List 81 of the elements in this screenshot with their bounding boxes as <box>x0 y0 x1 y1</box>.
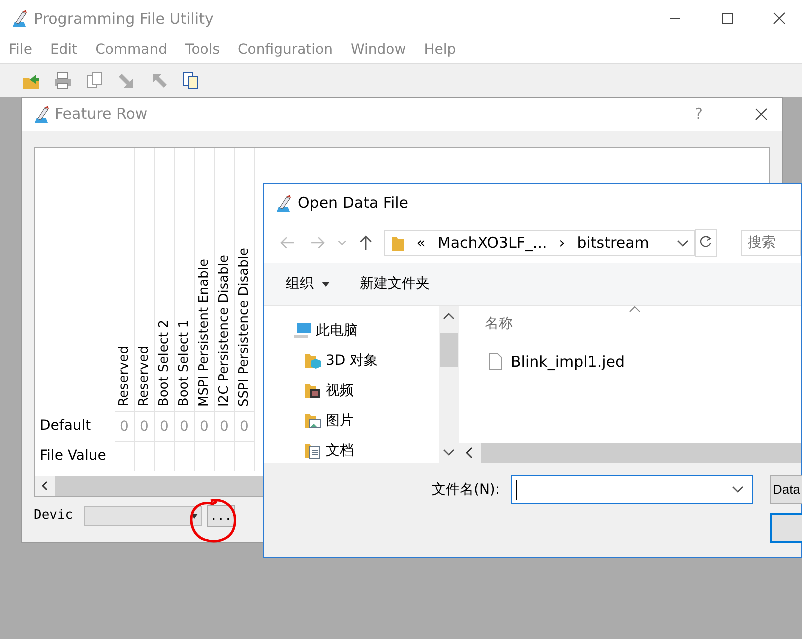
open-button[interactable] <box>770 513 802 543</box>
column-header[interactable]: 名称 <box>485 314 801 335</box>
app-icon <box>274 194 292 214</box>
table-cell: 0 <box>115 411 135 441</box>
column-header: SSPI Persistence Disable <box>236 248 252 407</box>
scrollbar-thumb[interactable] <box>440 332 458 366</box>
table-cell: 0 <box>235 411 255 441</box>
table-cell <box>235 441 255 471</box>
filename-label: 文件名(N): <box>432 481 500 500</box>
column-header: Reserved <box>116 346 132 407</box>
window-title: Programming File Utility <box>34 8 214 30</box>
folder-icon <box>304 442 322 460</box>
table-cell: 0 <box>215 411 235 441</box>
filename-field[interactable] <box>511 475 753 504</box>
window-title: Feature Row <box>55 104 148 126</box>
folder-icon <box>390 234 405 252</box>
table-cell <box>135 441 155 471</box>
toolbar-button[interactable]: 组织 <box>286 274 330 294</box>
menu-item[interactable]: Command <box>86 40 177 61</box>
document-icon[interactable] <box>182 72 200 90</box>
dialog-title: Open Data File <box>298 193 409 214</box>
row-label: Default <box>39 417 92 436</box>
folder-icon <box>304 412 322 430</box>
help-button[interactable]: ? <box>695 103 703 126</box>
device-label: Devic <box>34 507 74 526</box>
menu-item[interactable]: Window <box>342 40 416 61</box>
chevron-down-icon[interactable] <box>732 486 744 494</box>
search-field[interactable]: 搜索 <box>740 230 801 256</box>
refresh-icon[interactable] <box>695 229 717 257</box>
up-arrow-icon[interactable] <box>150 72 168 90</box>
breadcrumb-separator: bitstream <box>577 232 650 254</box>
scroll-up-icon[interactable] <box>443 312 455 320</box>
toolbar-button[interactable]: 新建文件夹 <box>360 274 430 294</box>
table-cell: 0 <box>195 411 215 441</box>
menu-item[interactable]: Configuration <box>229 40 342 61</box>
row-label: File Value <box>39 447 108 466</box>
table-cell: 0 <box>135 411 155 441</box>
table-cell: 0 <box>175 411 195 441</box>
column-header: Boot Select 1 <box>176 320 192 407</box>
browse-button[interactable]: ... <box>207 505 236 527</box>
menu-item[interactable]: Help <box>415 40 466 61</box>
tree-item[interactable]: 此电脑 <box>316 320 358 342</box>
app-icon <box>10 9 28 29</box>
address-bar[interactable]: « MachXO3LF_... › bitstream <box>384 230 696 256</box>
menu-item[interactable]: File <box>0 40 42 61</box>
table-cell <box>155 441 175 471</box>
scroll-left-icon[interactable] <box>35 476 55 496</box>
folder-icon <box>304 382 322 400</box>
dropdown-arrow-icon <box>191 514 198 518</box>
menu-item[interactable]: Edit <box>41 40 87 61</box>
column-header: I2C Persistence Disable <box>216 254 232 407</box>
tree-item[interactable]: 视频 <box>326 380 354 402</box>
listed-jed[interactable]: Blink_impl1.jed <box>511 351 626 374</box>
breadcrumb-separator: MachXO3LF_... <box>438 232 548 254</box>
computer-icon <box>294 322 312 340</box>
copy-icon[interactable] <box>86 72 104 90</box>
scroll-down-icon[interactable] <box>443 449 455 457</box>
table-cell: 0 <box>155 411 175 441</box>
table-cell <box>215 441 235 471</box>
column-header: Boot Select 2 <box>156 320 172 407</box>
table-cell <box>195 441 215 471</box>
text-cursor <box>516 480 517 500</box>
table-cell <box>175 441 195 471</box>
app-icon <box>32 104 50 124</box>
menu-item[interactable]: Tools <box>176 40 230 61</box>
column-header: Reserved <box>136 346 152 407</box>
file-type-dropdown[interactable]: Data <box>770 475 802 504</box>
folder-icon <box>304 352 322 370</box>
device-dropdown[interactable] <box>84 506 202 526</box>
tree-item[interactable]: 3D 对象 <box>326 350 378 372</box>
sort-up-icon <box>629 306 641 313</box>
file-icon <box>489 353 503 372</box>
breadcrumb-overflow[interactable]: « <box>416 232 426 254</box>
down-arrow-icon[interactable] <box>118 72 136 90</box>
column-header: MSPI Persistent Enable <box>196 259 212 407</box>
tree-item[interactable]: 文档 <box>326 440 354 462</box>
tree-item[interactable]: 图片 <box>326 410 354 432</box>
printer-icon[interactable] <box>54 72 72 90</box>
breadcrumb-item[interactable]: › <box>559 232 566 254</box>
table-cell <box>115 441 135 471</box>
up-icon[interactable] <box>358 233 374 253</box>
